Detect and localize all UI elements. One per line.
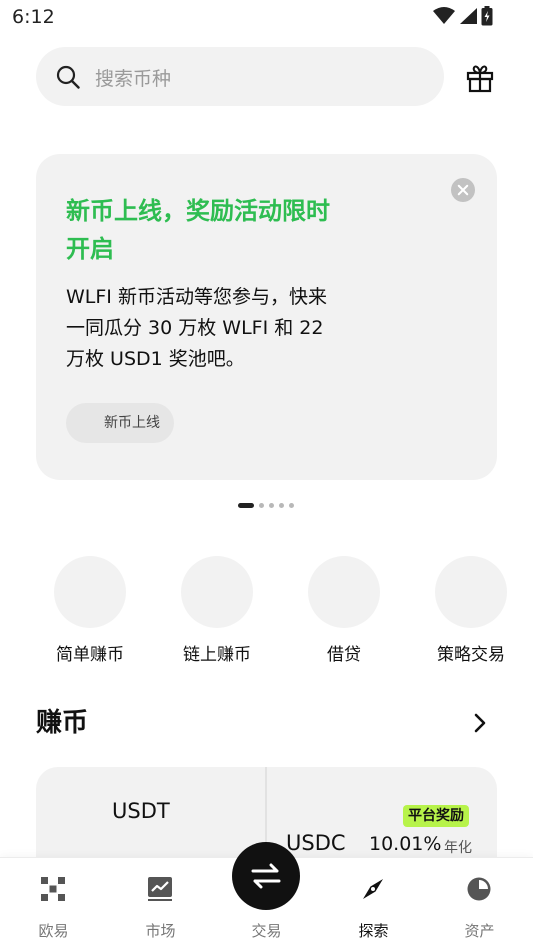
status-icons	[433, 6, 493, 26]
nav-label: 资产	[464, 922, 495, 940]
wifi-icon	[433, 7, 455, 24]
nav-label: 市场	[145, 922, 176, 940]
pager-dot	[259, 503, 264, 508]
search-icon	[56, 65, 80, 89]
category-label: 简单赚币	[56, 645, 124, 665]
pager-dot	[279, 503, 284, 508]
search-bar[interactable]: 搜索币种	[36, 47, 444, 106]
category-strategy-trading[interactable]: 策略交易	[416, 556, 526, 665]
category-label: 借贷	[327, 645, 361, 665]
promo-description: WLFI 新币活动等您参与，快来一同瓜分 30 万枚 WLFI 和 22 万枚 …	[66, 286, 327, 370]
category-loan[interactable]: 借贷	[289, 556, 399, 665]
earn-product-usdc[interactable]: USDC	[286, 831, 346, 855]
category-simple-earn[interactable]: 简单赚币	[35, 556, 145, 665]
chevron-right-icon[interactable]	[470, 710, 490, 736]
search-placeholder: 搜索币种	[95, 68, 172, 90]
gift-icon[interactable]	[465, 63, 495, 93]
promo-title: 新币上线，奖励活动限时开启	[66, 197, 330, 263]
okx-logo-icon	[41, 877, 65, 901]
quick-categories: 简单赚币 链上赚币 借贷 策略交易	[0, 556, 533, 666]
category-label: 策略交易	[437, 645, 505, 665]
swap-icon	[251, 863, 281, 889]
close-icon[interactable]	[451, 178, 475, 202]
carousel-pager	[238, 503, 294, 508]
pager-dot-active	[238, 503, 254, 508]
earn-rate-unit: 年化	[444, 840, 472, 856]
earn-rate: 10.01%	[369, 833, 442, 855]
category-icon	[435, 556, 507, 628]
pager-dot	[289, 503, 294, 508]
chart-icon	[148, 877, 172, 901]
pager-dot	[269, 503, 274, 508]
category-icon	[181, 556, 253, 628]
category-label: 链上赚币	[183, 645, 251, 665]
battery-icon	[481, 6, 493, 26]
category-icon	[54, 556, 126, 628]
nav-label: 欧易	[38, 922, 69, 940]
earn-section-title: 赚币	[36, 708, 89, 738]
platform-reward-badge: 平台奖励	[403, 805, 469, 827]
status-bar: 6:12	[0, 0, 533, 36]
promo-banner-card[interactable]: 新币上线，奖励活动限时开启 WLFI 新币活动等您参与，快来一同瓜分 30 万枚…	[36, 154, 497, 480]
status-time: 6:12	[12, 6, 55, 28]
nav-item-explore[interactable]: 探索	[320, 858, 427, 948]
pie-chart-icon	[467, 877, 491, 901]
nav-item-okx[interactable]: 欧易	[0, 858, 107, 948]
category-onchain-earn[interactable]: 链上赚币	[162, 556, 272, 665]
nav-item-assets[interactable]: 资产	[426, 858, 533, 948]
earn-product-usdt[interactable]: USDT	[112, 799, 170, 823]
nav-label: 交易	[251, 922, 282, 940]
nav-item-market[interactable]: 市场	[107, 858, 214, 948]
category-icon	[308, 556, 380, 628]
promo-tag-button[interactable]: 新币上线	[66, 403, 174, 443]
nav-label: 探索	[358, 922, 389, 940]
trade-swap-button[interactable]	[232, 842, 300, 910]
signal-icon	[460, 8, 477, 24]
compass-icon	[363, 879, 383, 899]
